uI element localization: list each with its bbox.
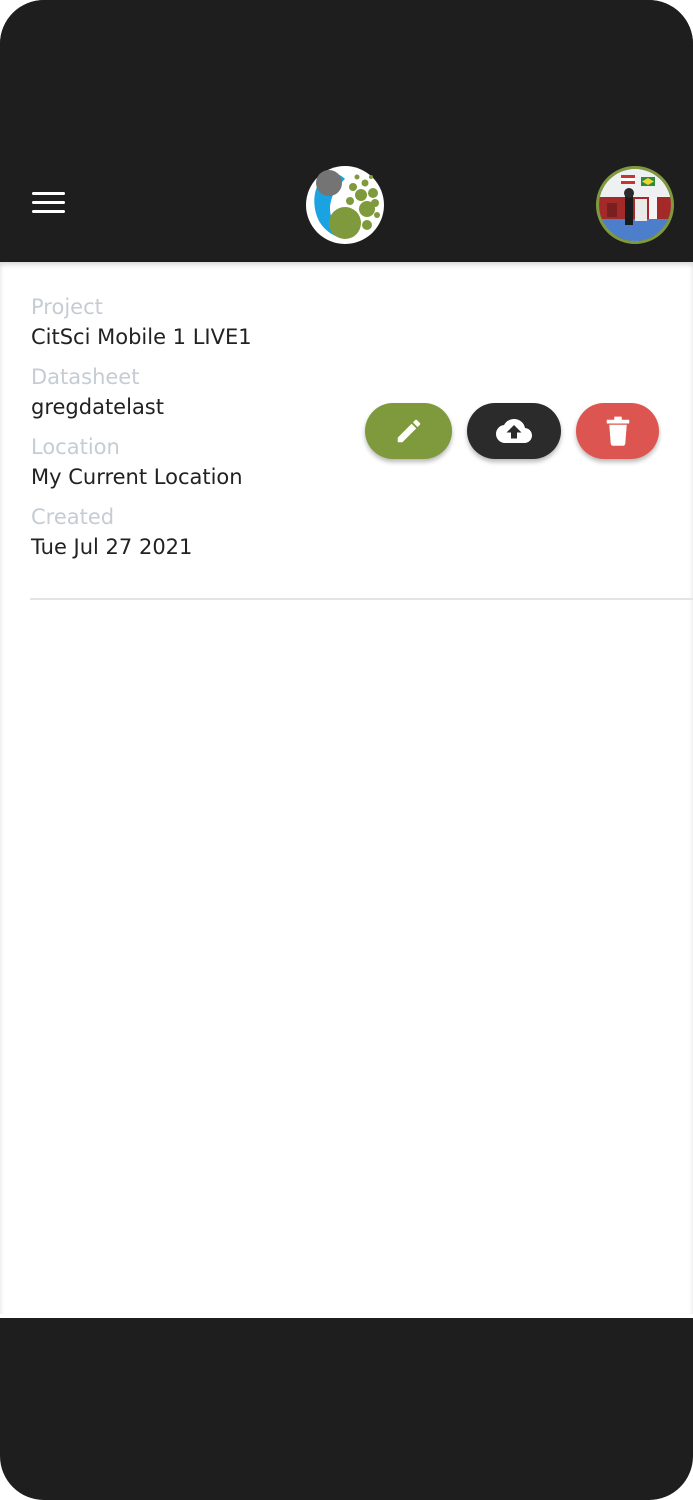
hamburger-menu-icon: [32, 192, 65, 195]
datasheet-value: gregdatelast: [31, 395, 164, 419]
upload-button[interactable]: [467, 403, 561, 459]
created-value: Tue Jul 27 2021: [31, 535, 193, 559]
location-value: My Current Location: [31, 465, 243, 489]
record-actions: [365, 403, 665, 461]
avatar-photo-icon: [599, 169, 671, 241]
citsci-logo-icon: [306, 166, 384, 244]
datasheet-label: Datasheet: [31, 365, 140, 389]
edit-button[interactable]: [365, 403, 452, 459]
cloud-upload-icon: [496, 419, 532, 443]
record-card[interactable]: Project CitSci Mobile 1 LIVE1 Datasheet …: [31, 294, 351, 574]
project-value: CitSci Mobile 1 LIVE1: [31, 325, 252, 349]
content-bottom-edge: [0, 1314, 693, 1318]
created-label: Created: [31, 505, 115, 529]
menu-button[interactable]: [28, 188, 68, 218]
delete-button[interactable]: [576, 403, 659, 459]
user-avatar[interactable]: [596, 166, 674, 244]
device-frame: Project CitSci Mobile 1 LIVE1 Datasheet …: [0, 0, 693, 1500]
record-divider: [30, 598, 693, 600]
location-label: Location: [31, 435, 120, 459]
trash-icon: [606, 416, 629, 446]
main-content: Project CitSci Mobile 1 LIVE1 Datasheet …: [0, 262, 693, 1314]
project-label: Project: [31, 295, 103, 319]
app-bar: [0, 0, 693, 262]
pencil-icon: [397, 419, 420, 443]
